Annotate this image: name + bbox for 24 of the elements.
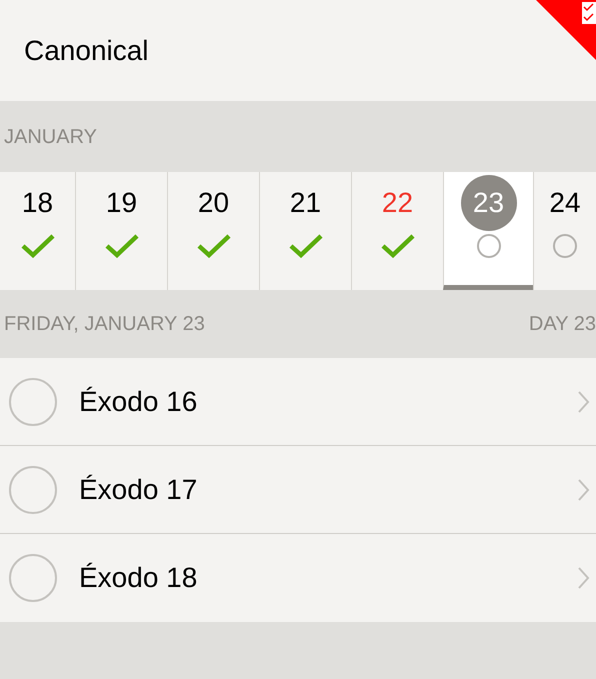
day-number: 21	[290, 186, 322, 220]
checkbox[interactable]	[9, 378, 57, 426]
chevron-icon	[578, 566, 590, 590]
day-number: 24	[549, 186, 581, 220]
day-number: 18	[22, 186, 54, 220]
day-count: DAY 23	[528, 312, 596, 337]
reading-row[interactable]: Éxodo 17	[0, 446, 596, 534]
day-number: 20	[198, 186, 230, 220]
reading-row[interactable]: Éxodo 18	[0, 534, 596, 622]
date-label: FRIDAY, JANUARY 23	[4, 312, 205, 337]
checklist-corner-icon[interactable]	[536, 0, 596, 60]
checkbox[interactable]	[9, 554, 57, 602]
day-number: 22	[382, 186, 414, 220]
month-label: JANUARY	[4, 124, 97, 150]
chevron-icon	[578, 390, 590, 414]
day-number: 23	[460, 175, 516, 231]
checkbox[interactable]	[9, 466, 57, 514]
reading-label: Éxodo 18	[79, 561, 198, 595]
day-number: 19	[106, 186, 138, 220]
chevron-icon	[578, 478, 590, 502]
app-title: Canonical	[24, 34, 149, 68]
reading-label: Éxodo 16	[79, 384, 198, 418]
reading-label: Éxodo 17	[79, 472, 198, 506]
reading-row[interactable]: Éxodo 16	[0, 358, 596, 446]
